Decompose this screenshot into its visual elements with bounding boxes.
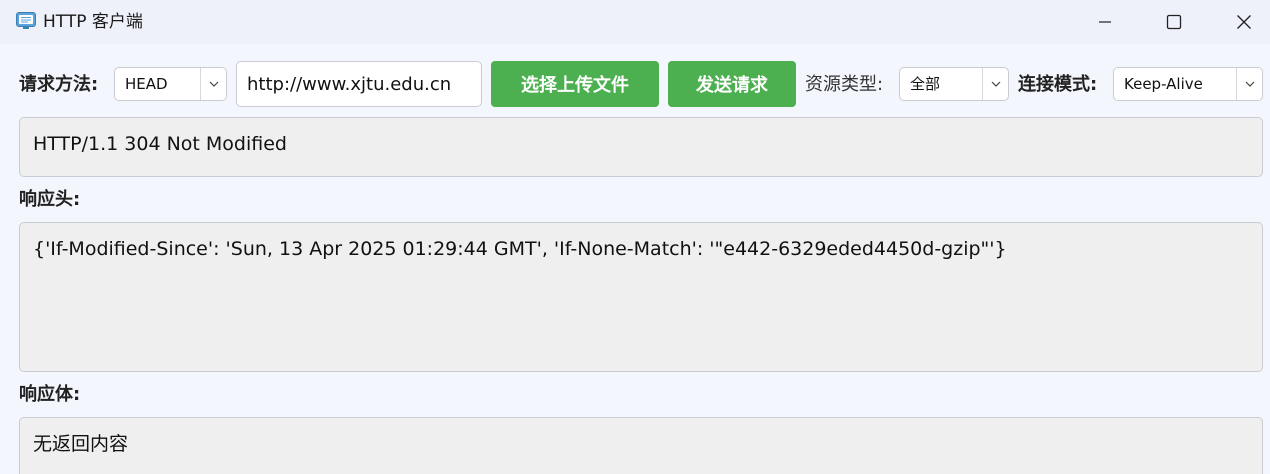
resource-type-select[interactable]: 全部 bbox=[899, 67, 1009, 101]
resource-type-label: 资源类型: bbox=[805, 74, 884, 95]
send-request-button[interactable]: 发送请求 bbox=[668, 61, 796, 107]
method-select[interactable]: HEAD bbox=[114, 67, 227, 101]
upload-file-button[interactable]: 选择上传文件 bbox=[491, 61, 659, 107]
chevron-down-icon bbox=[1236, 68, 1262, 100]
status-line-panel[interactable]: HTTP/1.1 304 Not Modified bbox=[19, 117, 1263, 177]
method-select-value: HEAD bbox=[125, 75, 168, 93]
method-label: 请求方法: bbox=[19, 74, 99, 95]
chevron-down-icon bbox=[200, 68, 226, 100]
url-input[interactable] bbox=[236, 61, 482, 107]
status-line-text: HTTP/1.1 304 Not Modified bbox=[33, 133, 287, 155]
window-title: HTTP 客户端 bbox=[43, 12, 143, 32]
connection-mode-label: 连接模式: bbox=[1018, 74, 1098, 95]
response-headers-panel[interactable]: {'If-Modified-Since': 'Sun, 13 Apr 2025 … bbox=[19, 222, 1263, 372]
response-body-text: 无返回内容 bbox=[33, 433, 129, 455]
maximize-icon bbox=[1166, 14, 1182, 30]
response-body-label: 响应体: bbox=[19, 384, 81, 405]
app-window: HTTP 客户端 请求方法: HEAD 选择上传文件 发送请求 资源类型: 全部 bbox=[0, 0, 1270, 474]
response-headers-label: 响应头: bbox=[19, 189, 81, 210]
chevron-down-icon bbox=[982, 68, 1008, 100]
resource-type-select-value: 全部 bbox=[910, 75, 941, 93]
response-body-panel[interactable]: 无返回内容 bbox=[19, 417, 1263, 474]
close-button[interactable] bbox=[1210, 0, 1270, 44]
minimize-icon bbox=[1098, 15, 1112, 29]
connection-mode-select[interactable]: Keep-Alive bbox=[1113, 67, 1263, 101]
connection-mode-select-value: Keep-Alive bbox=[1124, 75, 1203, 93]
maximize-button[interactable] bbox=[1140, 0, 1208, 44]
title-bar[interactable]: HTTP 客户端 bbox=[0, 0, 1270, 44]
close-icon bbox=[1236, 14, 1252, 30]
minimize-button[interactable] bbox=[1071, 0, 1139, 44]
monitor-app-icon bbox=[16, 12, 36, 30]
response-headers-text: {'If-Modified-Since': 'Sun, 13 Apr 2025 … bbox=[33, 238, 1007, 260]
